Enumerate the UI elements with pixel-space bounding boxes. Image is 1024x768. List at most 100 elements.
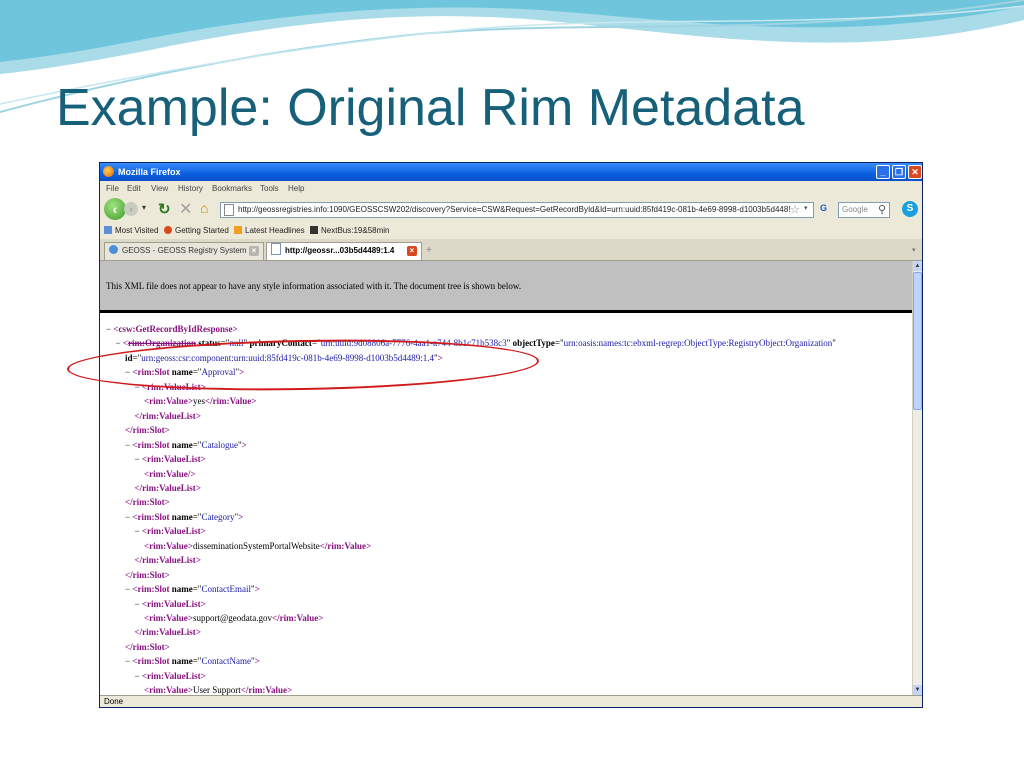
skype-icon[interactable]: S [902,201,918,217]
tab-geoss-registry[interactable]: GEOSS - GEOSS Registry System |... × [104,242,264,260]
xml-text-value: support@geodata.gov [192,613,272,623]
firefox-icon [103,166,114,177]
xml-bracket: > [200,526,206,537]
home-icon[interactable]: ⌂ [200,200,208,216]
menu-bookmarks[interactable]: Bookmarks [212,184,252,193]
xml-bracket: </ [134,555,143,566]
xml-attribute-value: ContactEmail [201,584,251,595]
bookmark-most-visited[interactable]: Most Visited [104,226,158,235]
page-icon [224,204,234,216]
xml-attribute-name: name [171,584,193,595]
bookmarks-toolbar: Most Visited Getting Started Latest Head… [100,223,922,237]
xml-collapse-toggle[interactable]: − [135,526,142,536]
magnifier-icon[interactable]: ⚲ [878,203,886,216]
star-icon[interactable]: ☆ [790,203,800,216]
xml-end-tag-name: rim:Value [327,540,367,551]
xml-line: − <rim:ValueList> [135,598,206,610]
xml-tag-name: rim:Slot [137,584,170,595]
xml-collapse-toggle[interactable]: − [116,338,123,348]
xml-punctuation: =" [554,338,564,349]
xml-collapse-toggle[interactable]: − [135,599,142,609]
xml-tag-name: rim:ValueList [142,482,196,493]
xml-attribute-name: name [171,656,193,667]
xml-attribute-value: urn:oasis:names:tc:ebxml-regrep:ObjectTy… [563,338,833,349]
xml-bracket: > [200,454,206,465]
forward-arrow-icon[interactable]: › [124,202,138,216]
reload-icon[interactable]: ↻ [158,200,171,218]
back-arrow-icon[interactable]: ‹ [104,198,126,220]
url-dropdown-icon[interactable]: ▾ [804,204,808,212]
bookmark-nextbus[interactable]: NextBus:19&58min [310,226,389,235]
xml-bracket: </ [134,482,143,493]
xml-collapse-toggle[interactable]: − [135,671,142,681]
minimize-button[interactable]: _ [876,165,890,179]
history-dropdown-icon[interactable]: ▾ [142,203,146,212]
xml-attribute-value: Category [201,511,235,522]
stop-icon[interactable]: ✕ [179,199,192,219]
xml-tag-name: rim:Slot [132,425,165,436]
xml-line: − <rim:ValueList> [135,670,206,682]
xml-bracket: </ [134,410,143,421]
xml-tag-name: rim:Value [149,468,188,479]
tab-close-icon[interactable]: × [249,246,259,256]
xml-end-tag-name: rim:Value [212,396,252,407]
firefox-window: Mozilla Firefox _ ❐ ✕ File Edit View His… [99,162,923,708]
new-tab-button[interactable]: + [426,245,432,256]
xml-tag-name: csw:GetRecordByIdResponse [118,324,233,334]
maximize-button[interactable]: ❐ [892,165,906,179]
window-titlebar[interactable]: Mozilla Firefox _ ❐ ✕ [100,163,922,181]
close-window-button[interactable]: ✕ [908,165,922,179]
tab-list-icon[interactable]: ▾ [912,246,916,254]
xml-end-tag-name: rim:Value [279,613,319,623]
xml-bracket: > [254,656,260,667]
scroll-down-icon[interactable]: ▼ [913,685,922,695]
xml-tag-name: rim:Organization [127,338,196,349]
slide-title: Example: Original Rim Metadata [56,79,805,137]
menu-history[interactable]: History [178,184,203,193]
xml-tag-name: rim:ValueList [142,627,196,638]
menu-edit[interactable]: Edit [127,184,141,193]
xml-line: − <rim:Slot name="Category"> [125,511,243,523]
xml-line: </rim:ValueList> [135,482,201,494]
xml-line: <rim:Value>support@geodata.gov</rim:Valu… [144,612,323,624]
xml-line: </rim:ValueList> [135,410,201,422]
xml-bracket: > [195,410,201,421]
menu-file[interactable]: File [106,184,119,193]
xml-collapse-toggle[interactable]: − [135,454,142,464]
xml-tag-name: rim:Slot [137,439,170,450]
tab-xml-record[interactable]: http://geossr...03b5d4489:1.4 × [266,242,422,260]
xml-collapse-toggle[interactable]: − [135,382,142,392]
menu-help[interactable]: Help [288,184,304,193]
xml-punctuation: </ [204,396,213,407]
xml-attribute-name: name [171,439,193,450]
bookmark-folder-icon [104,226,112,234]
xml-bracket: > [200,598,206,609]
menu-tools[interactable]: Tools [260,184,279,193]
xml-text-value: yes [192,396,205,407]
xml-line: − <rim:Slot name="Approval"> [125,366,244,378]
xml-punctuation: > [287,685,293,695]
url-text: http://geossregistries.info:1090/GEOSSCS… [238,205,791,214]
xml-bracket: > [200,670,206,681]
scroll-up-icon[interactable]: ▲ [913,261,922,271]
xml-attribute-value: urn:geoss:csr:component:urn:uuid:85fd419… [141,352,434,363]
bookmark-latest-headlines[interactable]: Latest Headlines [234,226,305,235]
tab-close-icon[interactable]: × [407,246,417,256]
xml-punctuation: =" [311,338,321,349]
bookmark-getting-started[interactable]: Getting Started [164,226,229,235]
xml-attribute-value: ContactName [201,656,251,667]
vertical-scrollbar[interactable]: ▲ ▼ [912,261,922,695]
xml-line: </rim:Slot> [125,569,170,581]
xml-line: </rim:ValueList> [135,554,201,566]
xml-tag-name: rim:Slot [132,641,165,652]
xml-tag-name: rim:Value [149,685,188,695]
search-engine-icon[interactable]: G [820,203,834,216]
xml-tag-name: rim:ValueList [146,670,201,681]
url-input[interactable]: http://geossregistries.info:1090/GEOSSCS… [220,202,814,218]
xml-punctuation: > [318,613,324,623]
xml-bracket: </ [125,497,133,508]
menu-view[interactable]: View [151,184,168,193]
xml-tag-name: rim:Slot [137,511,170,522]
xml-bracket: > [164,641,170,652]
scrollbar-thumb[interactable] [913,272,922,410]
